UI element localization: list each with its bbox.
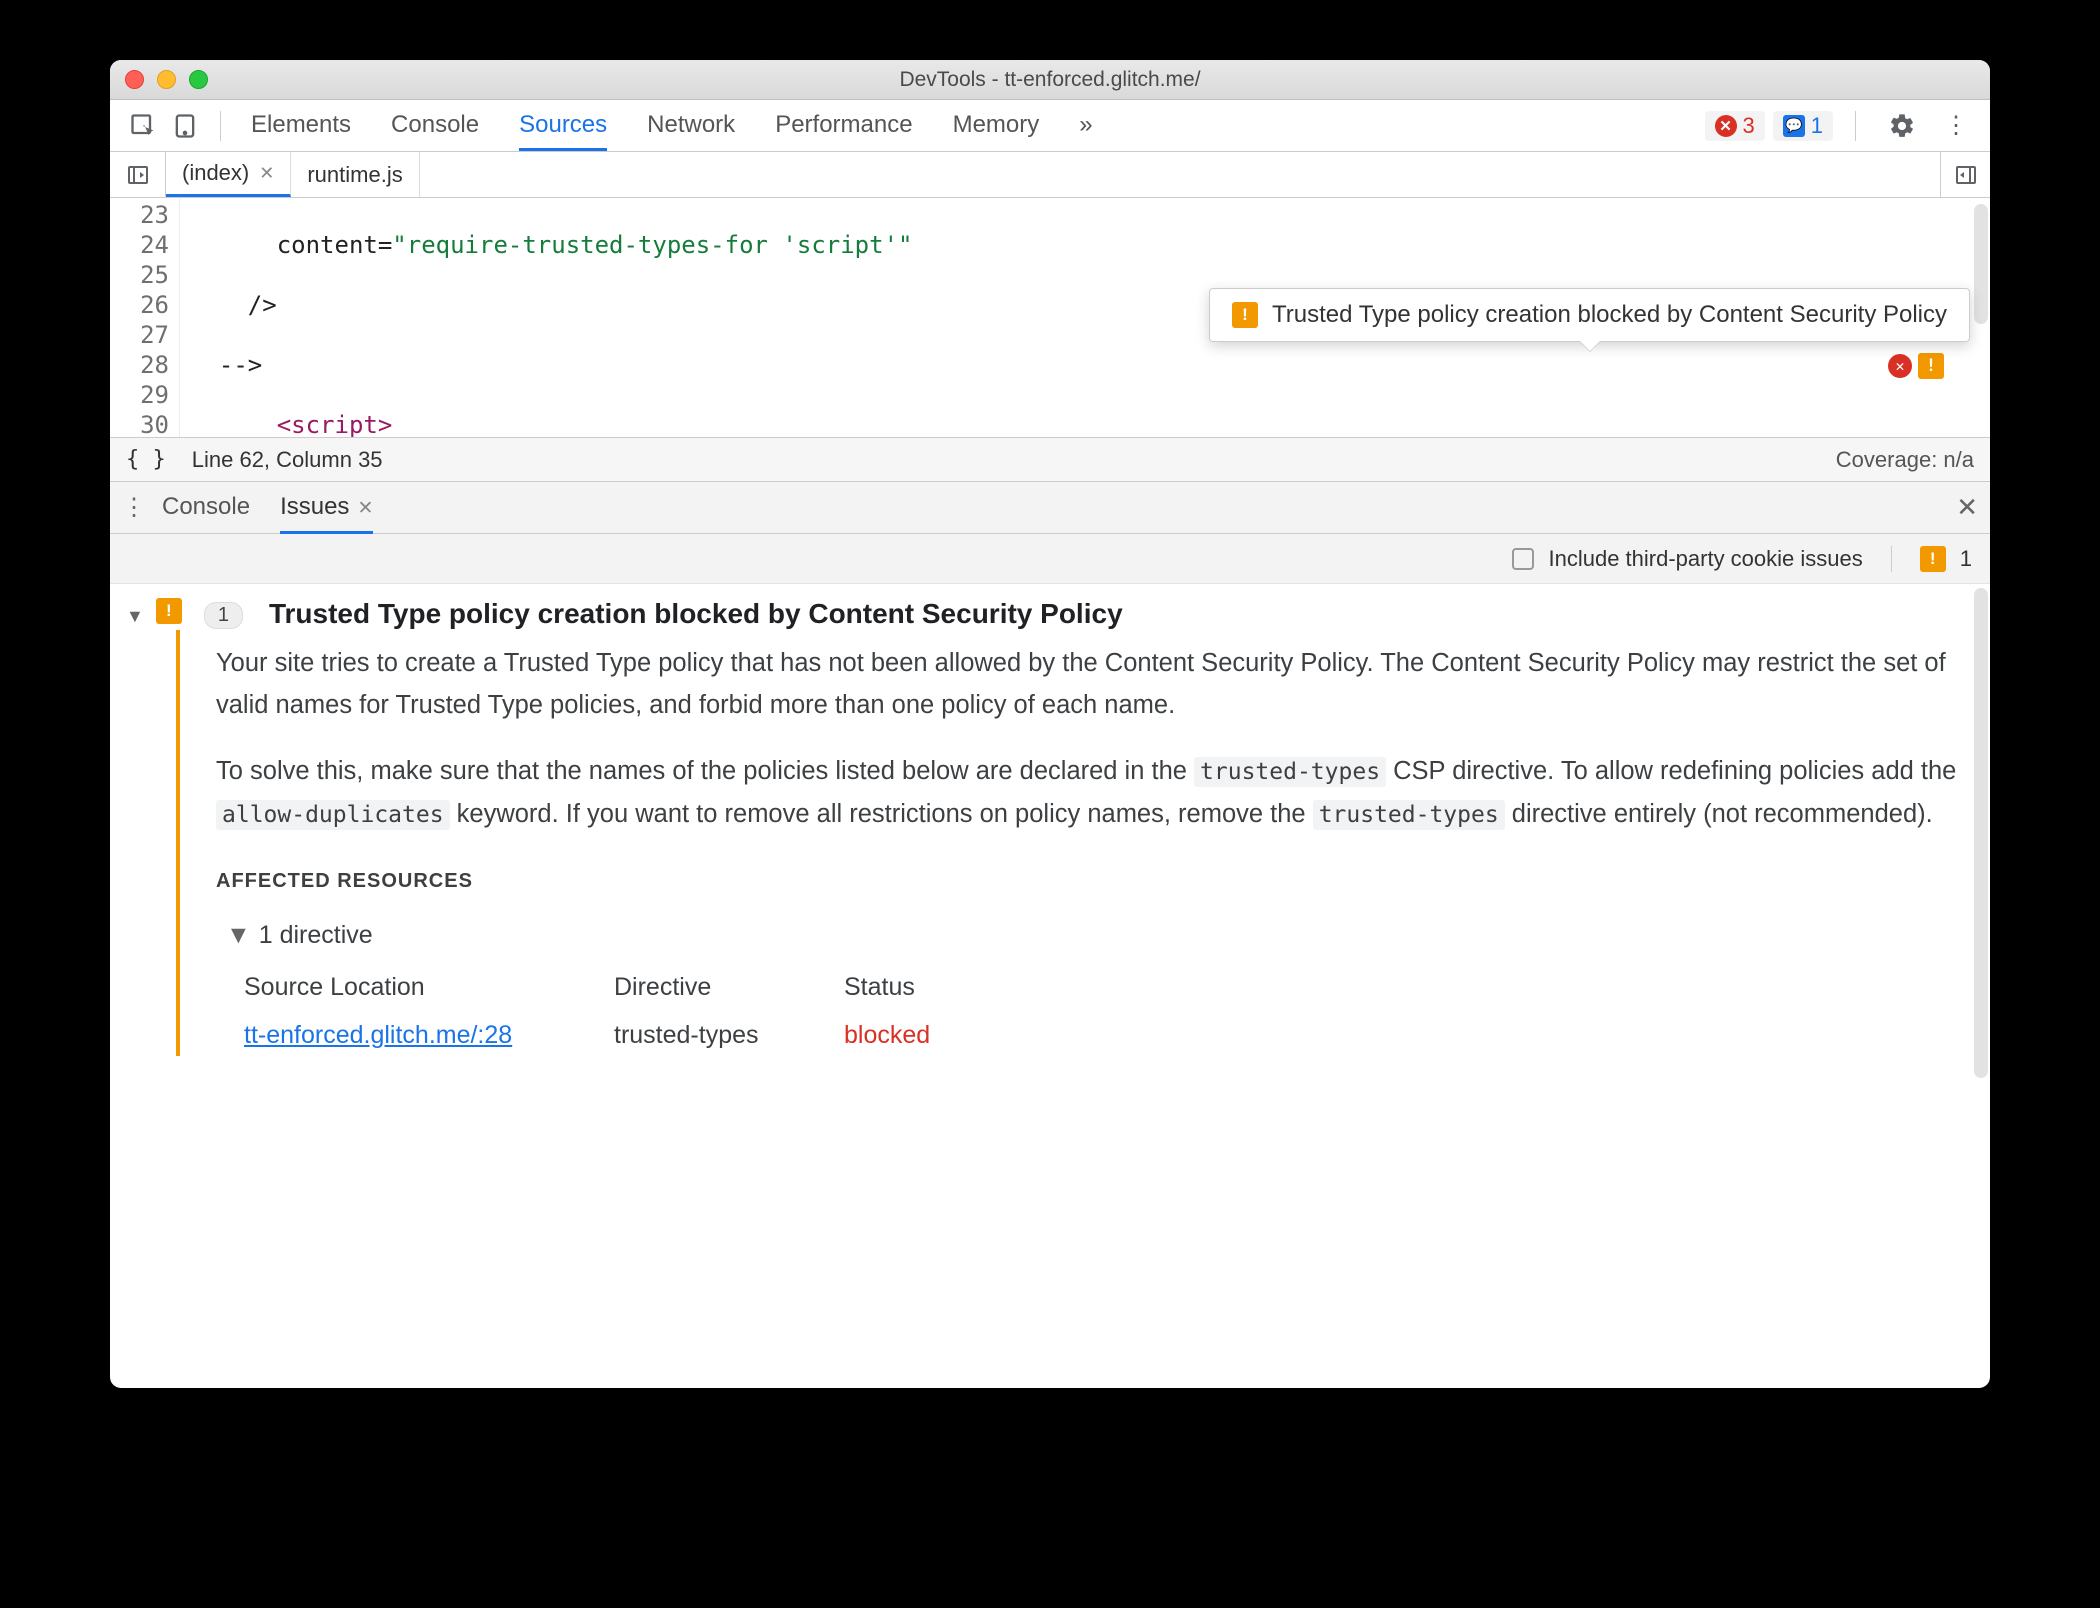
code-snippet: allow-duplicates xyxy=(216,800,450,830)
affected-resources-table: Source Location Directive Status tt-enfo… xyxy=(244,966,1970,1056)
file-tabs-bar: (index) ✕ runtime.js xyxy=(110,152,1990,198)
cursor-position: Line 62, Column 35 xyxy=(192,447,383,473)
source-location-link[interactable]: tt-enforced.glitch.me/:28 xyxy=(244,1014,614,1056)
devtools-window: DevTools - tt-enforced.glitch.me/ Elemen… xyxy=(110,60,1990,1388)
affected-resources-heading: AFFECTED RESOURCES xyxy=(216,860,1970,902)
tab-console[interactable]: Console xyxy=(391,101,479,151)
line-number[interactable]: 25 xyxy=(110,260,169,290)
debugger-pane-toggle-icon[interactable] xyxy=(1940,152,1990,197)
settings-gear-icon[interactable] xyxy=(1878,112,1926,140)
issue-paragraph: To solve this, make sure that the names … xyxy=(216,750,1970,836)
code-scrollbar[interactable] xyxy=(1970,198,1988,437)
warning-icon: ! xyxy=(1920,546,1946,572)
issue-title: Trusted Type policy creation blocked by … xyxy=(269,598,1123,630)
file-tab-runtime[interactable]: runtime.js xyxy=(291,152,419,197)
coverage-status: Coverage: n/a xyxy=(1836,447,1974,473)
code-status-bar: { } Line 62, Column 35 Coverage: n/a xyxy=(110,438,1990,482)
chevron-down-icon[interactable]: ▼ xyxy=(226,921,251,949)
file-tab-label: runtime.js xyxy=(307,162,402,188)
main-toolbar: Elements Console Sources Network Perform… xyxy=(110,100,1990,152)
inspect-element-icon[interactable] xyxy=(128,111,158,141)
include-third-party-checkbox[interactable] xyxy=(1512,548,1534,570)
scroll-thumb[interactable] xyxy=(1974,588,1988,1078)
navigator-toggle-icon[interactable] xyxy=(110,152,166,197)
tab-performance[interactable]: Performance xyxy=(775,101,912,151)
drawer-tab-label: Issues xyxy=(280,493,349,520)
include-third-party-label: Include third-party cookie issues xyxy=(1548,546,1862,572)
drawer-tab-console[interactable]: Console xyxy=(162,481,250,534)
directive-value: trusted-types xyxy=(614,1014,844,1056)
issue-count-badge: 1 xyxy=(204,602,243,629)
tab-elements[interactable]: Elements xyxy=(251,101,351,151)
issue-row[interactable]: ▼ ! 1 Trusted Type policy creation block… xyxy=(110,584,1990,630)
table-header: Status xyxy=(844,966,1024,1014)
code-snippet: trusted-types xyxy=(1313,800,1505,830)
separator xyxy=(220,111,221,141)
device-toggle-icon[interactable] xyxy=(170,111,200,141)
pretty-print-icon[interactable]: { } xyxy=(126,447,166,472)
issues-count: 1 xyxy=(1960,546,1972,572)
inline-issue-icons: ✕ ! xyxy=(1888,353,1944,379)
error-count: 3 xyxy=(1743,113,1755,139)
issues-toolbar: Include third-party cookie issues ! 1 xyxy=(110,534,1990,584)
status-value: blocked xyxy=(844,1014,1024,1056)
affected-resources-sub[interactable]: ▼1 directive xyxy=(226,914,1970,956)
line-number[interactable]: 26 xyxy=(110,290,169,320)
table-header: Source Location xyxy=(244,966,614,1014)
drawer-more-icon[interactable]: ⋮ xyxy=(122,493,146,522)
tab-memory[interactable]: Memory xyxy=(953,101,1040,151)
error-counter[interactable]: ✕ 3 xyxy=(1705,111,1765,141)
line-number[interactable]: 30 xyxy=(110,410,169,438)
window-title: DevTools - tt-enforced.glitch.me/ xyxy=(110,68,1990,92)
issues-scrollbar[interactable] xyxy=(1970,588,1988,1088)
issue-paragraph: Your site tries to create a Trusted Type… xyxy=(216,642,1970,726)
separator xyxy=(1855,111,1856,141)
close-icon[interactable]: ✕ xyxy=(357,498,373,519)
code-editor[interactable]: 23 24 25 26 27 28 29 30 content="require… xyxy=(110,198,1990,438)
file-tab-index[interactable]: (index) ✕ xyxy=(166,152,291,197)
line-gutter: 23 24 25 26 27 28 29 30 xyxy=(110,198,180,437)
drawer-tab-issues[interactable]: Issues ✕ xyxy=(280,481,373,534)
tooltip-text: Trusted Type policy creation blocked by … xyxy=(1272,301,1947,329)
issue-details: Your site tries to create a Trusted Type… xyxy=(176,630,1990,1056)
error-icon[interactable]: ✕ xyxy=(1888,354,1912,378)
warning-icon: ! xyxy=(156,598,182,624)
message-count: 1 xyxy=(1811,113,1823,139)
drawer-tabs: Console Issues ✕ xyxy=(162,481,373,534)
file-tabs: (index) ✕ runtime.js xyxy=(166,152,420,197)
table-header: Directive xyxy=(614,966,844,1014)
error-icon: ✕ xyxy=(1715,115,1737,137)
issues-panel: ▼ ! 1 Trusted Type policy creation block… xyxy=(110,584,1990,1388)
line-number[interactable]: 29 xyxy=(110,380,169,410)
warning-icon[interactable]: ! xyxy=(1918,353,1944,379)
tab-more[interactable]: » xyxy=(1079,101,1092,151)
line-number[interactable]: 23 xyxy=(110,200,169,230)
drawer-tabs-bar: ⋮ Console Issues ✕ ✕ xyxy=(110,482,1990,534)
toolbar-right: ✕ 3 💬 1 ⋮ xyxy=(1705,111,1979,141)
more-options-icon[interactable]: ⋮ xyxy=(1934,111,1978,140)
close-icon[interactable]: ✕ xyxy=(259,163,274,184)
tab-sources[interactable]: Sources xyxy=(519,101,607,151)
drawer-close-icon[interactable]: ✕ xyxy=(1956,492,1978,523)
code-snippet: trusted-types xyxy=(1194,757,1386,787)
warning-icon: ! xyxy=(1232,302,1258,328)
file-tab-label: (index) xyxy=(182,160,249,186)
message-icon: 💬 xyxy=(1783,115,1805,137)
panel-tabs: Elements Console Sources Network Perform… xyxy=(251,101,1093,151)
issue-tooltip: ! Trusted Type policy creation blocked b… xyxy=(1209,288,1970,342)
line-number[interactable]: 27 xyxy=(110,320,169,350)
scroll-thumb[interactable] xyxy=(1974,204,1988,324)
separator xyxy=(1891,546,1892,572)
message-counter[interactable]: 💬 1 xyxy=(1773,111,1833,141)
line-number[interactable]: 28 xyxy=(110,350,169,380)
tab-network[interactable]: Network xyxy=(647,101,735,151)
titlebar: DevTools - tt-enforced.glitch.me/ xyxy=(110,60,1990,100)
chevron-down-icon[interactable]: ▼ xyxy=(126,606,144,627)
line-number[interactable]: 24 xyxy=(110,230,169,260)
